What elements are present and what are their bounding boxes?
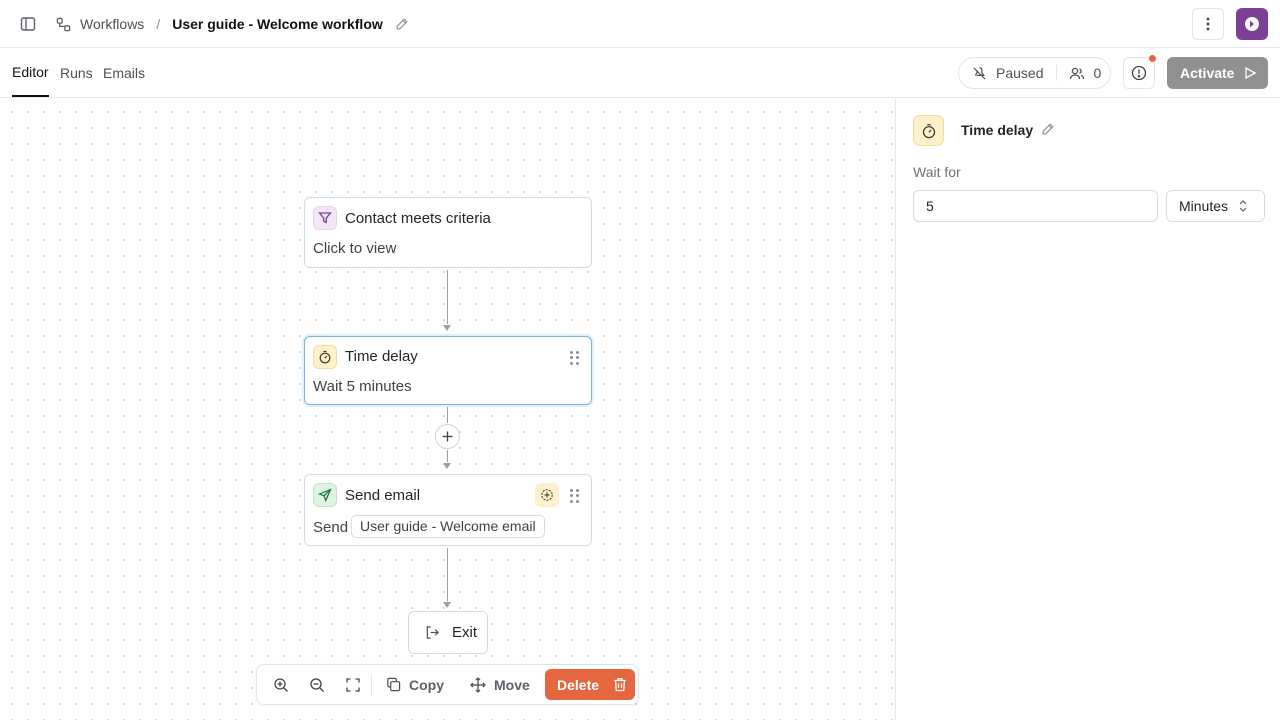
exit-label: Exit (452, 624, 478, 641)
chevron-up-down-icon (1239, 200, 1247, 212)
sidebar-toggle-button[interactable] (16, 12, 40, 36)
breadcrumb: Workflows / User guide - Welcome workflo… (56, 0, 409, 48)
edge-arrow (443, 325, 451, 331)
filter-icon (313, 206, 337, 230)
avatar-logo-icon (1245, 17, 1259, 31)
kebab-icon (1206, 17, 1210, 31)
avatar[interactable] (1236, 8, 1268, 40)
email-name-chip[interactable]: User guide - Welcome email (351, 515, 545, 538)
drag-handle[interactable] (570, 489, 580, 503)
notification-dot (1149, 55, 1156, 62)
copy-button[interactable]: Copy (386, 665, 444, 704)
edge-delay-email-top (447, 407, 448, 423)
time-delay-node[interactable]: Time delay Wait 5 minutes (304, 336, 592, 405)
more-options-button[interactable] (1192, 8, 1224, 40)
edge-delay-email-bottom (447, 450, 448, 462)
send-email-prefix: Send (313, 519, 349, 536)
play-icon (1245, 66, 1257, 80)
participants-count: 0 (1093, 65, 1102, 81)
edge-email-exit (447, 548, 448, 601)
drag-handle[interactable] (570, 351, 580, 365)
time-delay-node-title: Time delay (345, 348, 418, 365)
copy-label: Copy (409, 676, 444, 693)
edge-arrow (443, 463, 451, 469)
panel-edit-title-icon[interactable] (1041, 122, 1055, 136)
move-icon (470, 676, 486, 693)
paused-icon (972, 66, 987, 81)
delete-button[interactable]: Delete (545, 669, 635, 700)
plus-icon (442, 431, 453, 442)
copy-icon (387, 677, 401, 692)
sidebar-toggle-icon (20, 17, 36, 31)
panel-title: Time delay (961, 122, 1034, 138)
tab-runs[interactable]: Runs (60, 48, 93, 97)
toolbar-divider (371, 675, 372, 695)
wait-unit-select[interactable]: Minutes (1166, 190, 1265, 222)
edge-trigger-delay (447, 270, 448, 324)
breadcrumb-separator: / (156, 16, 161, 32)
send-email-node-title: Send email (345, 487, 421, 504)
tab-editor[interactable]: Editor (12, 48, 49, 97)
wait-unit-value: Minutes (1179, 198, 1229, 214)
canvas-toolbar: Copy Move Delete (256, 664, 639, 705)
activate-button[interactable]: Activate (1167, 57, 1268, 89)
zoom-out-icon (310, 677, 324, 692)
exit-node[interactable]: Exit (408, 611, 488, 654)
send-icon (313, 483, 337, 507)
edit-title-icon[interactable] (395, 17, 409, 31)
stopwatch-icon (313, 345, 337, 369)
send-email-node[interactable]: Send email Send User guide - Welcome ema… (304, 474, 592, 546)
wait-for-label: Wait for (913, 164, 961, 180)
add-step-button[interactable] (435, 424, 460, 449)
move-button[interactable]: Move (470, 665, 530, 704)
top-bar: Workflows / User guide - Welcome workflo… (0, 0, 1280, 48)
zoom-in-button[interactable] (269, 665, 293, 704)
trash-icon (614, 678, 627, 692)
panel-stopwatch-icon (913, 115, 944, 146)
issues-button[interactable] (1123, 55, 1156, 89)
status-pill[interactable]: Paused 0 (958, 57, 1111, 89)
delete-label: Delete (557, 676, 600, 693)
status-label: Paused (996, 65, 1044, 81)
zoom-out-button[interactable] (305, 665, 329, 704)
tab-emails[interactable]: Emails (103, 48, 145, 97)
zoom-in-icon (274, 677, 288, 692)
participants-icon (1069, 66, 1085, 81)
activate-label: Activate (1180, 65, 1235, 81)
time-delay-node-subtitle: Wait 5 minutes (313, 378, 412, 395)
page-title: User guide - Welcome workflow (172, 16, 383, 32)
alert-circle-icon (1131, 65, 1147, 81)
step-settings-panel: Time delay Wait for 5 Minutes (895, 98, 1280, 720)
workflow-canvas[interactable]: Contact meets criteria Click to view Tim… (0, 98, 895, 720)
trigger-node[interactable]: Contact meets criteria Click to view (304, 197, 592, 268)
edge-arrow (443, 602, 451, 608)
move-label: Move (494, 676, 530, 693)
workflows-icon (56, 17, 71, 32)
ai-assist-button[interactable] (535, 483, 559, 507)
fit-view-icon (346, 677, 360, 692)
fit-view-button[interactable] (341, 665, 365, 704)
trigger-node-subtitle: Click to view (313, 240, 397, 257)
breadcrumb-workflows-link[interactable]: Workflows (80, 16, 144, 32)
exit-icon (426, 626, 439, 639)
trigger-node-title: Contact meets criteria (345, 210, 491, 227)
sparkle-add-icon (541, 489, 553, 501)
pill-divider (1056, 65, 1058, 81)
wait-value-input[interactable]: 5 (913, 190, 1158, 222)
